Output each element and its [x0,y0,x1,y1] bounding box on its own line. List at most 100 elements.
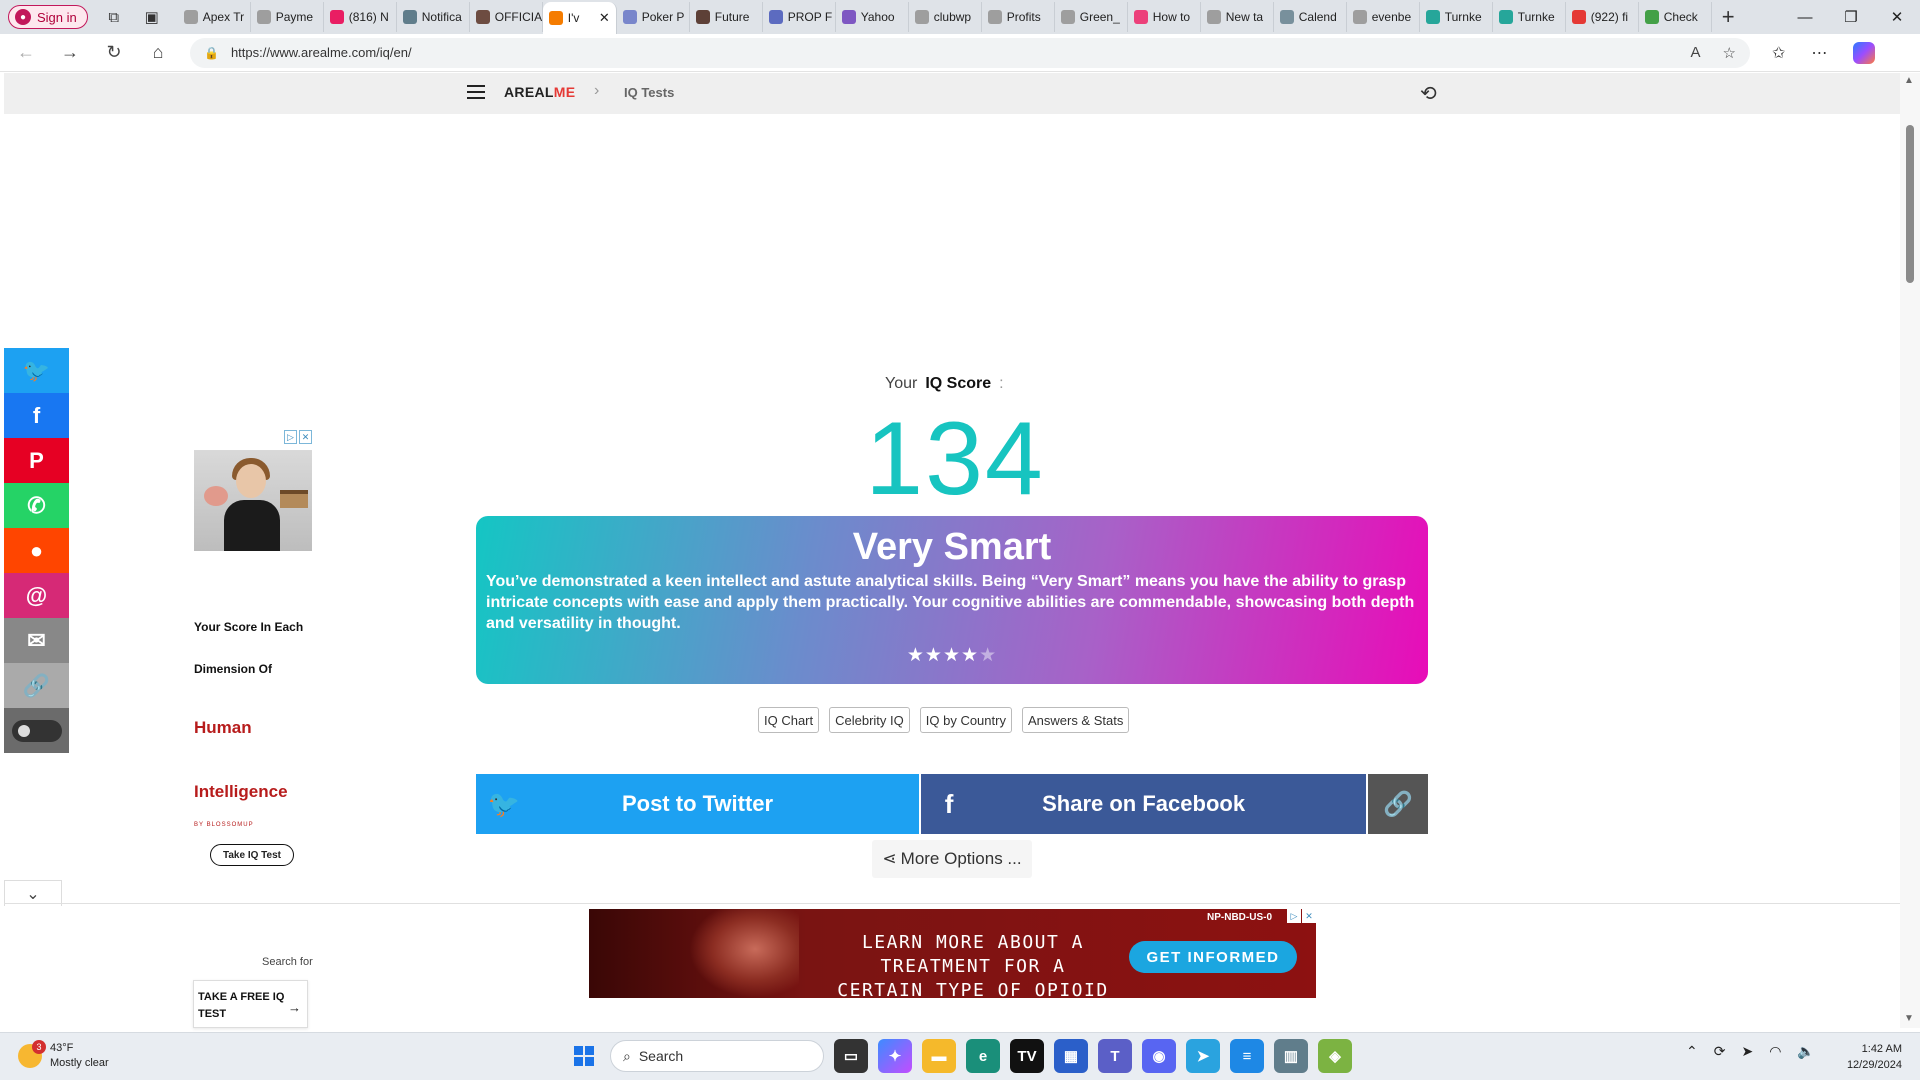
sync-icon[interactable]: ⟳ [1714,1043,1726,1060]
back-icon[interactable]: ← [8,37,44,69]
home-icon[interactable]: ⌂ [140,37,176,69]
score-label: Your IQ Score: [885,375,1004,392]
task-view-icon[interactable]: ▭ [834,1039,868,1073]
email-share-icon[interactable]: ✉ [4,618,69,663]
browser-tab[interactable]: clubwp [909,2,982,32]
browser-tab[interactable]: Calend [1274,2,1347,32]
close-window-icon[interactable]: ✕ [1874,0,1920,34]
browser-tab[interactable]: Yahoo [836,2,909,32]
more-menu-icon[interactable]: ⋯ [1811,43,1827,63]
browser-tab[interactable]: Profits [982,2,1055,32]
browser-tab[interactable]: Check [1639,2,1712,32]
take-iq-test-button[interactable]: Take IQ Test [210,844,294,866]
browser-tab[interactable]: OFFICIA [470,2,543,32]
taskbar-search[interactable]: ⌕ Search [610,1040,824,1072]
ad-image[interactable] [194,450,312,551]
copilot-icon[interactable] [1853,41,1876,64]
browser-tab[interactable]: Turnke [1493,2,1566,32]
teams-icon[interactable]: T [1098,1039,1132,1073]
browser-tab[interactable]: I'v ✕ [542,2,617,34]
restore-icon[interactable]: ❐ [1828,0,1874,34]
post-to-twitter-button[interactable]: 🐦 Post to Twitter [476,774,920,834]
tab-label: (816) N [348,10,389,24]
threads-share-icon[interactable]: @ [4,573,69,618]
star-icon: ★ [942,645,962,666]
hamburger-menu-icon[interactable] [467,85,485,99]
share-on-facebook-button[interactable]: f Share on Facebook [921,774,1367,834]
copy-link-share-icon[interactable]: 🔗 [4,663,69,708]
quick-link[interactable]: Celebrity IQ [829,707,910,733]
telegram-icon[interactable]: ➤ [1186,1039,1220,1073]
chevron-up-icon[interactable]: ⌃ [1686,1043,1698,1060]
ad-choices[interactable]: ▷ ✕ [284,430,312,444]
scroll-up-icon[interactable]: ▲ [1904,75,1914,86]
site-logo[interactable]: AREALME [504,84,575,100]
banner-ad-choices[interactable]: ▷ ✕ [1287,909,1316,923]
forward-icon[interactable]: → [52,37,88,69]
wifi-icon[interactable]: ◠ [1769,1043,1781,1060]
new-tab-button[interactable]: + [1722,4,1735,30]
browser-tab[interactable]: PROP F [763,2,836,32]
more-options-button[interactable]: ⋖ More Options ... [872,840,1032,878]
facebook-share-icon[interactable]: f [4,393,69,438]
get-informed-button[interactable]: GET INFORMED [1129,941,1297,973]
banner-ad[interactable]: LEARN MORE ABOUT A TREATMENT FOR A CERTA… [589,909,1316,998]
file-explorer-icon[interactable]: ▬ [922,1039,956,1073]
browser-tab[interactable]: Green_ [1055,2,1128,32]
store-icon[interactable]: ▦ [1054,1039,1088,1073]
whatsapp-share-icon[interactable]: ✆ [4,483,69,528]
browser-tab[interactable]: Apex Tr [178,2,251,32]
close-tab-icon[interactable]: ✕ [599,10,610,26]
quick-link[interactable]: Answers & Stats [1021,707,1130,733]
dark-mode-toggle[interactable] [4,708,69,753]
favorites-icon[interactable]: ✩ [1772,43,1785,63]
reddit-share-icon[interactable]: ● [4,528,69,573]
url-field[interactable]: 🔒 https://www.arealme.com/iq/en/ A ☆ [190,37,1750,68]
ad-close-icon[interactable]: ✕ [299,430,312,444]
favorite-star-icon[interactable]: ☆ [1723,44,1736,62]
pinterest-share-icon[interactable]: P [4,438,69,483]
layers-app-icon[interactable]: ◈ [1318,1039,1352,1073]
twitter-share-icon[interactable]: 🐦 [4,348,69,393]
edge-icon[interactable]: e [966,1039,1000,1073]
browser-tab[interactable]: Notifica [397,2,470,32]
browser-tab[interactable]: Payme [251,2,324,32]
volume-icon[interactable]: 🔈 [1797,1043,1814,1060]
adchoices-icon[interactable]: ▷ [284,430,297,444]
scroll-down-icon[interactable]: ▼ [1904,1013,1914,1024]
browser-tab[interactable]: How to [1128,2,1201,32]
breadcrumb-iq-tests[interactable]: IQ Tests [624,85,674,100]
browser-tab[interactable]: (922) fi [1566,2,1639,32]
page-scrollbar[interactable]: ▲ ▼ [1900,73,1920,1028]
windows-start-icon[interactable] [568,1040,600,1072]
browser-tab[interactable]: New ta [1201,2,1274,32]
monitor-icon[interactable]: ▥ [1274,1039,1308,1073]
copilot-app-icon[interactable]: ✦ [878,1039,912,1073]
browser-tab[interactable]: Turnke [1420,2,1493,32]
quick-link[interactable]: IQ Chart [758,707,820,733]
clock[interactable]: 1:42 AM 12/29/2024 [1832,1041,1902,1073]
sign-in-button[interactable]: ● Sign in [8,5,88,29]
history-icon[interactable]: ⟲ [1420,81,1442,105]
location-icon[interactable]: ➤ [1741,1043,1753,1060]
copy-link-button[interactable]: 🔗 [1368,774,1428,834]
adchoices-icon[interactable]: ▷ [1287,909,1301,923]
tradingview-icon[interactable]: TV [1010,1039,1044,1073]
browser-tab[interactable]: evenbe [1347,2,1420,32]
free-iq-test-card[interactable]: TAKE A FREE IQ TEST → [193,980,308,1028]
weather-widget[interactable]: 3 43°F Mostly clear [18,1040,109,1071]
browser-tab[interactable]: Future [690,2,763,32]
browser-tab[interactable]: Poker P [617,2,690,32]
minimize-icon[interactable]: — [1782,0,1828,34]
quick-link[interactable]: IQ by Country [919,707,1012,733]
workspaces-icon[interactable]: ⧉ [102,5,126,29]
discord-icon[interactable]: ◉ [1142,1039,1176,1073]
read-aloud-icon[interactable]: A [1691,44,1701,62]
refresh-icon[interactable]: ↻ [96,37,132,69]
ad-close-icon[interactable]: ✕ [1302,909,1316,923]
notepad-icon[interactable]: ≡ [1230,1039,1264,1073]
twitter-icon: 🐦 [487,788,521,819]
scrollbar-thumb[interactable] [1906,125,1914,283]
browser-tab[interactable]: (816) N [324,2,397,32]
tab-actions-icon[interactable]: ▣ [140,5,164,29]
